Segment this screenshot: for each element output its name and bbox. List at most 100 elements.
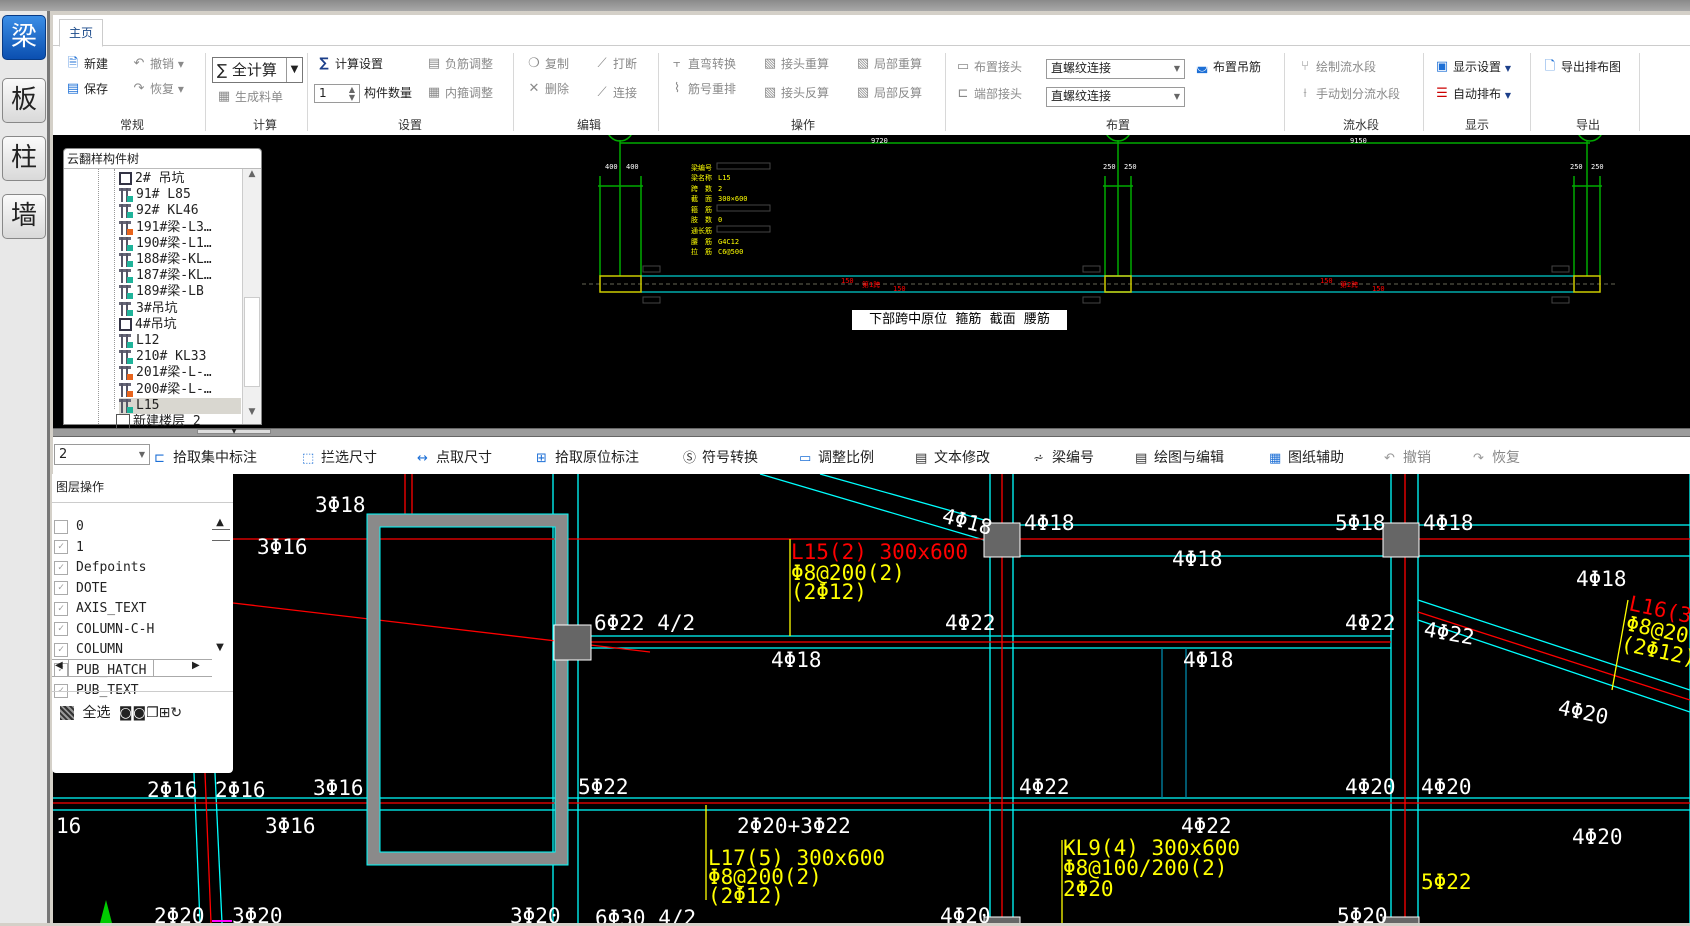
export-layout-button[interactable]: 🗋 导出排布图: [1542, 59, 1621, 75]
calc-all-dropdown[interactable]: ∑ 全计算 ▼: [212, 57, 303, 83]
tree-item[interactable]: 3#吊坑: [119, 301, 241, 317]
plan-drawing-canvas[interactable]: 3Φ18 3Φ16 6Φ22 4/2 4Φ18 4Φ18 4Φ18 5Φ18 4…: [53, 473, 1690, 926]
scroll-thumb[interactable]: [244, 297, 260, 387]
text-edit-button[interactable]: ▤ 文本修改: [915, 447, 990, 467]
tree-item[interactable]: 2# 吊坑: [119, 171, 241, 187]
delete-button[interactable]: ✕ 删除: [526, 81, 569, 97]
point-dimension-button[interactable]: ↔ 点取尺寸: [417, 447, 492, 467]
beam-preview-canvas[interactable]: 9720 9150 400 400 250 250 250 250 梁编号 梁名…: [53, 114, 1690, 428]
layer-item[interactable]: 0: [54, 517, 84, 537]
draw-edit-button[interactable]: ▤ 绘图与编辑: [1135, 447, 1224, 467]
toolbar-undo-button[interactable]: ↶ 撤销: [1384, 447, 1431, 467]
redo-button[interactable]: ↷ 恢复 ▾: [131, 81, 184, 97]
end-joint-button[interactable]: ⊏ 端部接头: [955, 86, 1022, 102]
calc-settings-button[interactable]: ∑ 计算设置: [316, 56, 383, 72]
module-slab-button[interactable]: 板: [2, 78, 46, 123]
beam-number-button[interactable]: ⩫ 梁编号: [1033, 447, 1094, 467]
draw-flow-segment-button[interactable]: ⑂ 绘制流水段: [1297, 59, 1376, 75]
symbol-convert-button[interactable]: Ⓢ 符号转换: [683, 447, 758, 467]
local-reverse-button[interactable]: ▧ 局部反算: [855, 85, 922, 101]
tree-item[interactable]: 200#梁-L-…: [119, 382, 241, 398]
tree-item[interactable]: 91# L85: [119, 187, 241, 203]
layer-checkbox[interactable]: [54, 519, 68, 534]
select-all-button[interactable]: 全选: [82, 705, 110, 721]
joint-recalc-button[interactable]: ▧ 接头重算: [762, 56, 829, 72]
beam-annotation-bottom[interactable]: 2Φ20: [1063, 877, 1114, 901]
layer-checkbox[interactable]: ✓: [54, 560, 68, 575]
bend-convert-button[interactable]: ⫟ 直弯转换: [669, 56, 736, 72]
joint-reverse-button[interactable]: ▧ 接头反算: [762, 85, 829, 101]
local-recalc-button[interactable]: ▧ 局部重算: [855, 56, 922, 72]
tree-item[interactable]: 187#梁-KL…: [119, 268, 241, 284]
tree-item[interactable]: 4#吊坑: [119, 317, 241, 333]
tree-item[interactable]: L12: [119, 333, 241, 349]
break-button[interactable]: ⟋ 打断: [594, 56, 637, 72]
layer-hscrollbar[interactable]: ◀ ▶: [52, 659, 212, 677]
tree-item[interactable]: L15: [119, 397, 241, 414]
layer-checkbox[interactable]: ✓: [54, 581, 68, 595]
new-button[interactable]: 🗎 新建: [65, 56, 108, 72]
inner-stirrup-adjust-button[interactable]: ▦ 内箍调整: [426, 85, 493, 101]
split-flow-segment-button[interactable]: ⟊ 手动划分流水段: [1297, 86, 1400, 102]
layer-checkbox[interactable]: ✓: [54, 642, 68, 657]
joint-type-dropdown-2[interactable]: 直螺纹连接 ▼: [1046, 87, 1185, 107]
tree-item[interactable]: 191#梁-L3…: [119, 220, 241, 236]
scroll-thumb[interactable]: [68, 660, 154, 676]
layer-tree-icon[interactable]: ⊞: [159, 705, 171, 721]
connect-button[interactable]: ⟋ 连接: [594, 85, 637, 101]
module-beam-button[interactable]: 梁: [2, 15, 46, 60]
collapse-handle[interactable]: ▼: [197, 429, 271, 435]
auto-layout-button[interactable]: ☰ 自动排布 ▼: [1434, 86, 1511, 104]
display-settings-button[interactable]: ▣ 显示设置 ▼: [1434, 59, 1511, 77]
scroll-thumb[interactable]: [212, 529, 230, 541]
hide-layer-icon[interactable]: ◙: [119, 705, 133, 721]
tree-item[interactable]: 201#梁-L-…: [119, 365, 241, 381]
layer-item[interactable]: ✓ AXIS_TEXT: [54, 599, 146, 619]
layer-item[interactable]: ✓ Defpoints: [54, 558, 146, 578]
layer-scrollbar[interactable]: ▲ ▼: [210, 474, 232, 659]
layer-checkbox[interactable]: ✓: [54, 540, 68, 554]
tree-item[interactable]: 188#梁-KL…: [119, 252, 241, 268]
pick-concentrated-label-button[interactable]: ⊏ 拾取集中标注: [154, 447, 257, 467]
generate-list-button[interactable]: ▦ 生成料单: [216, 89, 283, 105]
tree-item[interactable]: 92# KL46: [119, 203, 241, 219]
layer-copy-icon[interactable]: ❐: [146, 705, 159, 721]
module-wall-button[interactable]: 墙: [2, 194, 46, 239]
beam-annotation-waist[interactable]: (2Φ12): [791, 580, 867, 604]
tree-item[interactable]: 189#梁-LB: [119, 284, 241, 300]
renumber-button[interactable]: ⌇ 筋号重排: [669, 81, 736, 97]
scroll-down-icon[interactable]: ▼: [210, 642, 230, 653]
beam-annotation-waist[interactable]: (2Φ12): [708, 884, 784, 908]
negative-rebar-adjust-button[interactable]: ▤ 负筋调整: [426, 56, 493, 72]
tab-home[interactable]: 主页: [59, 19, 103, 47]
scroll-down-icon[interactable]: ▼: [243, 407, 261, 424]
scroll-up-icon[interactable]: ▲: [243, 169, 261, 186]
layer-item[interactable]: ✓ COLUMN-C-H: [54, 620, 154, 640]
layer-checkbox[interactable]: ✓: [54, 622, 68, 636]
tree-item[interactable]: 190#梁-L1…: [119, 236, 241, 252]
joint-type-dropdown-1[interactable]: 直螺纹连接 ▼: [1046, 59, 1185, 79]
annotation-mode-bar[interactable]: 下部跨中原位 箍筋 截面 腰筋: [852, 310, 1067, 330]
undo-button[interactable]: ↶ 撤销 ▾: [131, 56, 184, 72]
toolbar-redo-button[interactable]: ↷ 恢复: [1473, 447, 1520, 467]
layer-item[interactable]: ✓ DOTE: [54, 579, 107, 599]
layer-item[interactable]: ✓ 1: [54, 538, 84, 558]
tree-scrollbar[interactable]: ▲ ▼: [242, 169, 261, 424]
show-layer-icon[interactable]: ◙: [133, 705, 147, 721]
pick-inplace-label-button[interactable]: ⊞ 拾取原位标注: [536, 447, 639, 467]
layer-checkbox[interactable]: ✓: [54, 601, 68, 616]
box-select-dimension-button[interactable]: ⬚ 拦选尺寸: [302, 447, 377, 467]
pane-splitter[interactable]: ▼: [53, 428, 1690, 437]
refresh-icon[interactable]: ↻: [170, 705, 182, 721]
place-joint-button[interactable]: ▭ 布置接头: [955, 59, 1022, 75]
scroll-left-icon[interactable]: ◀: [55, 660, 63, 671]
scroll-right-icon[interactable]: ▶: [192, 660, 200, 671]
copy-button[interactable]: ❍ 复制: [526, 56, 569, 72]
quantity-stepper[interactable]: 1 ▲ ▼: [314, 84, 360, 103]
adjust-scale-button[interactable]: ▭ 调整比例: [799, 447, 874, 467]
layer-dropdown[interactable]: 2 ▼: [54, 444, 150, 465]
tree-item[interactable]: 210# KL33: [119, 349, 241, 365]
module-column-button[interactable]: 柱: [2, 136, 46, 181]
drawing-assist-button[interactable]: ▦ 图纸辅助: [1269, 447, 1344, 467]
layer-item[interactable]: ✓ COLUMN: [54, 640, 123, 660]
